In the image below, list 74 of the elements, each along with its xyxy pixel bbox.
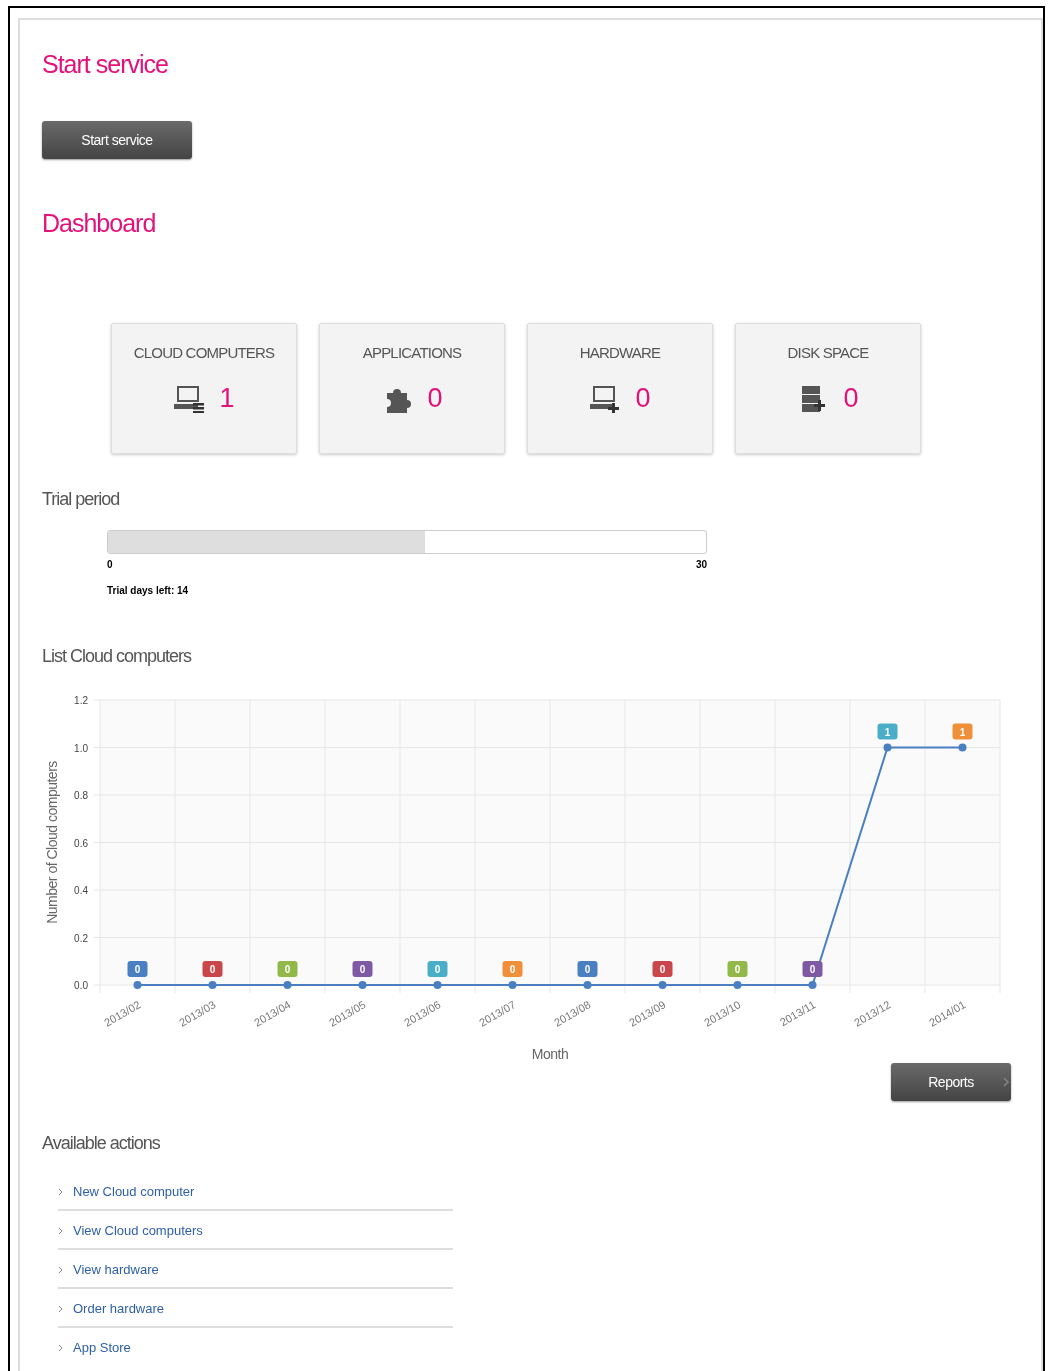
scale-label: 30 — [695, 559, 707, 570]
action-link[interactable]: View Cloud computers — [58, 1223, 453, 1250]
data-point — [658, 981, 667, 989]
action-link[interactable]: Order hardware — [58, 1301, 453, 1328]
data-label: 0 — [734, 964, 741, 975]
data-point — [358, 981, 367, 989]
data-label: 0 — [584, 964, 591, 975]
section-heading: Dashboard — [42, 209, 157, 238]
counter-label: HARDWARE — [579, 344, 661, 361]
counter-value: 1 — [219, 383, 235, 414]
scale-label: 0 — [107, 559, 113, 570]
chevron-icon — [1003, 1077, 1009, 1087]
data-label: 0 — [659, 964, 666, 975]
data-label: 0 — [352, 961, 373, 977]
data-label: 0 — [127, 961, 148, 977]
data-label: 0 — [509, 964, 516, 975]
counter-label: DISK SPACE — [787, 344, 869, 361]
x-axis-title: Month — [531, 1046, 569, 1062]
data-point — [433, 981, 442, 989]
laptop-plus-icon — [589, 384, 622, 413]
counter-label: CLOUD COMPUTERS — [133, 344, 275, 361]
chevron-icon — [58, 1226, 63, 1235]
chevron-icon — [58, 1265, 63, 1274]
data-point — [283, 981, 292, 989]
data-point — [733, 981, 742, 989]
chevron-icon — [58, 1343, 63, 1352]
data-label: 1 — [884, 726, 891, 738]
y-tick-label: 0.4 — [74, 885, 88, 896]
data-point — [883, 743, 892, 752]
data-label: 0 — [359, 964, 366, 975]
data-label: 0 — [277, 961, 298, 977]
action-link[interactable]: New Cloud computer — [58, 1184, 453, 1211]
data-point — [958, 743, 967, 752]
section-heading: List Cloud computers — [42, 646, 193, 667]
data-label: 0 — [427, 961, 448, 977]
action-link[interactable]: View hardware — [58, 1262, 453, 1289]
data-point — [583, 981, 592, 989]
data-label: 0 — [577, 961, 598, 977]
action-link[interactable]: App Store — [58, 1340, 453, 1365]
chevron-icon — [58, 1187, 63, 1196]
y-tick-label: 1.0 — [74, 742, 88, 754]
data-point — [508, 981, 517, 989]
data-label: 0 — [802, 961, 823, 977]
section-heading: Trial period — [42, 489, 121, 510]
start-service-button[interactable]: Start service — [42, 121, 192, 159]
counter-value: 0 — [427, 383, 443, 414]
y-tick-label: 0.2 — [74, 932, 88, 944]
data-label: 0 — [502, 961, 523, 977]
counter-value: 0 — [843, 383, 859, 414]
data-label: 0 — [652, 961, 673, 977]
data-label: 0 — [727, 961, 748, 977]
section-heading: Available actions — [42, 1133, 161, 1154]
reports-button[interactable]: Reports — [891, 1063, 1011, 1101]
data-label: 0 — [202, 961, 223, 977]
data-label: 0 — [434, 964, 441, 975]
y-tick-label: 0.6 — [74, 837, 88, 849]
y-axis-title: Number of Cloud computers — [44, 761, 60, 924]
data-label: 0 — [284, 964, 291, 975]
data-point — [133, 981, 142, 989]
data-point — [208, 981, 217, 989]
laptop-icon — [173, 384, 206, 413]
data-label: 0 — [134, 964, 141, 975]
y-tick-label: 0.8 — [74, 790, 88, 801]
data-label: 0 — [209, 964, 216, 975]
days-left-text: Trial days left: 14 — [107, 585, 190, 596]
y-tick-label: 0.0 — [74, 980, 88, 991]
data-label: 0 — [809, 964, 816, 975]
counter-value: 0 — [635, 383, 651, 414]
chevron-icon — [58, 1304, 63, 1313]
data-point — [808, 981, 817, 989]
section-heading: Start service — [42, 50, 169, 79]
data-label: 1 — [959, 726, 966, 738]
y-tick-label: 1.2 — [74, 695, 88, 706]
counter-label: APPLICATIONS — [362, 344, 462, 361]
